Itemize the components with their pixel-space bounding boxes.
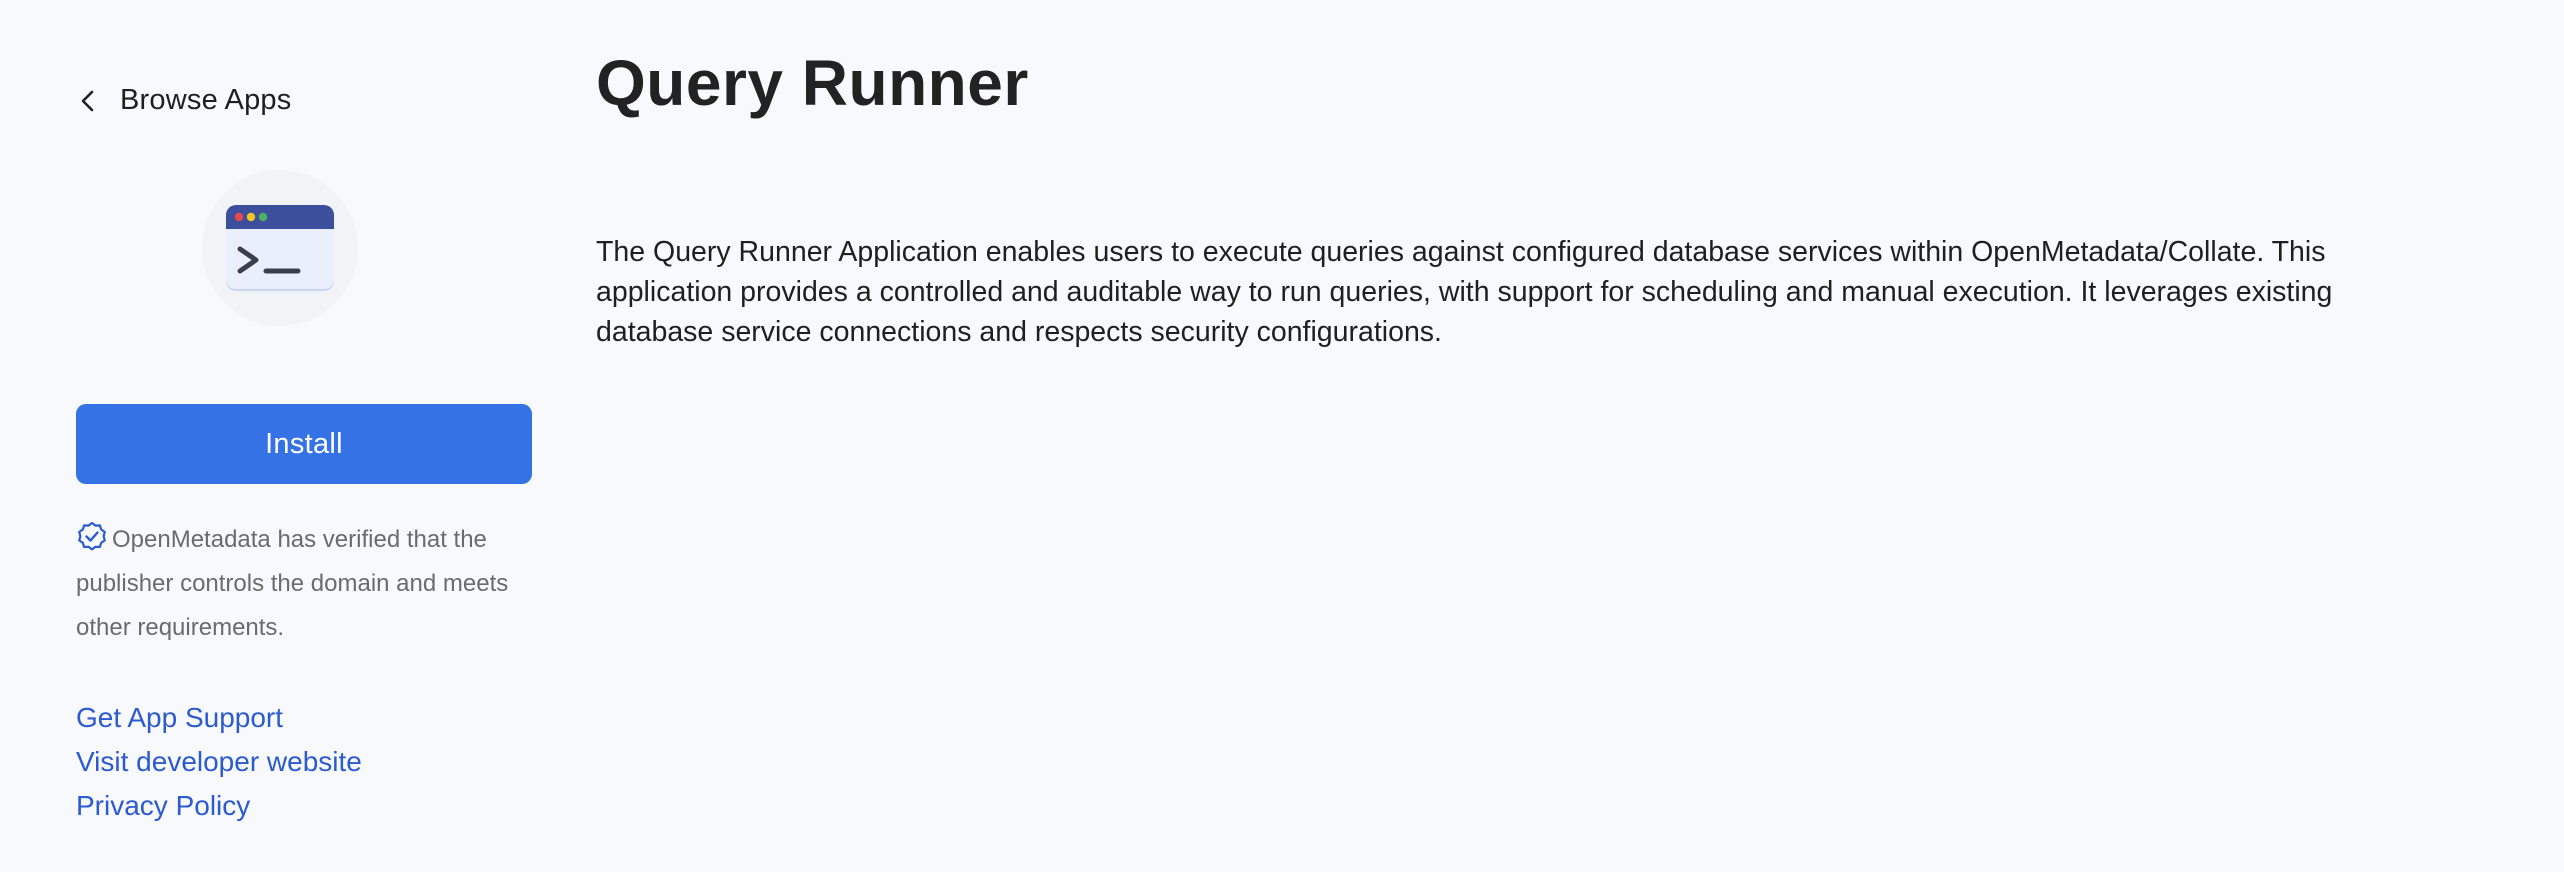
visit-developer-website-link[interactable]: Visit developer website xyxy=(76,740,362,784)
verified-text: OpenMetadata has verified that the publi… xyxy=(76,526,509,641)
app-links: Get App Support Visit developer website … xyxy=(76,696,362,828)
privacy-policy-link[interactable]: Privacy Policy xyxy=(76,784,362,828)
get-app-support-link[interactable]: Get App Support xyxy=(76,696,362,740)
browse-apps-back-link[interactable]: Browse Apps xyxy=(76,84,291,117)
browse-apps-label: Browse Apps xyxy=(120,84,292,116)
verified-badge-icon xyxy=(76,521,108,553)
terminal-window-icon xyxy=(226,205,334,291)
app-logo xyxy=(202,170,358,326)
chevron-left-icon xyxy=(76,89,100,113)
install-button[interactable]: Install xyxy=(76,404,532,484)
page-title: Query Runner xyxy=(596,47,1029,119)
verified-notice: OpenMetadata has verified that the publi… xyxy=(76,518,546,650)
app-description: The Query Runner Application enables use… xyxy=(596,236,2333,348)
